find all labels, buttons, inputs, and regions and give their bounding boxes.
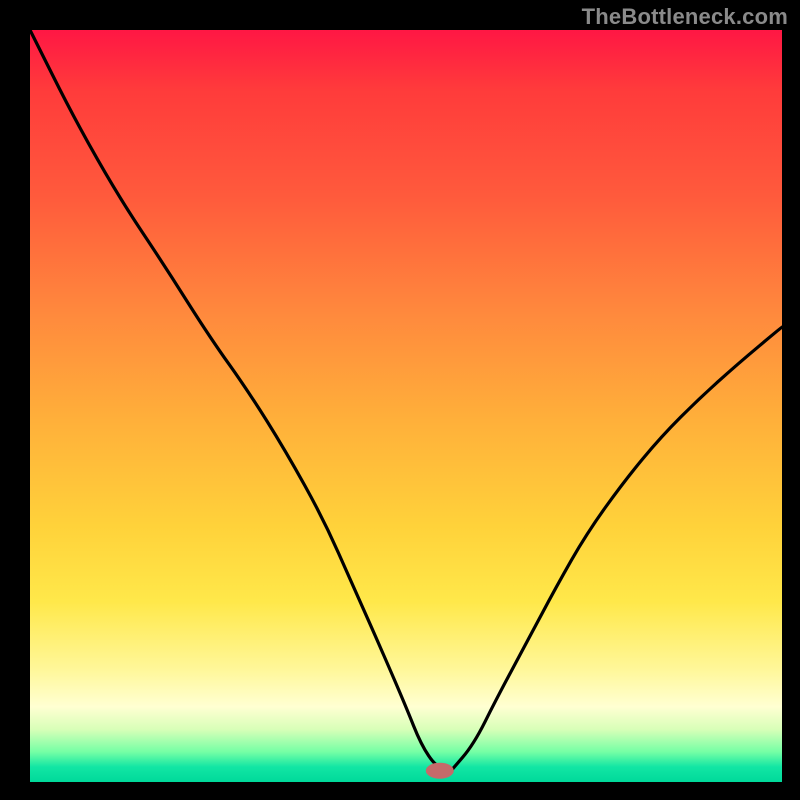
bottleneck-curve (30, 30, 782, 782)
chart-frame: TheBottleneck.com (0, 0, 800, 800)
bottleneck-marker (426, 763, 454, 779)
curve-left-branch (30, 30, 451, 771)
watermark-text: TheBottleneck.com (582, 4, 788, 30)
curve-right-branch (451, 327, 782, 771)
plot-area (30, 30, 782, 782)
